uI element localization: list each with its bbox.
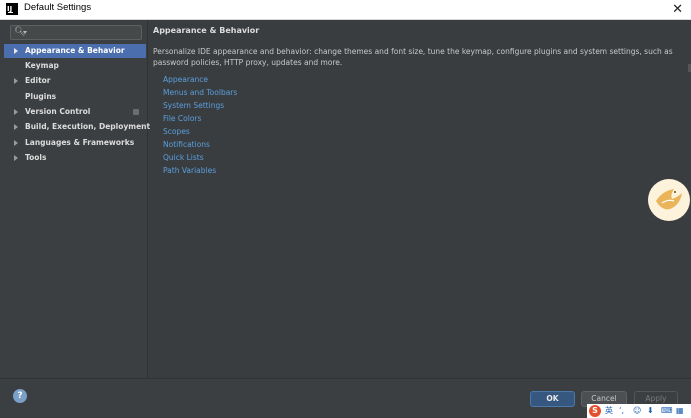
settings-content-panel bbox=[148, 20, 691, 378]
emoji-icon[interactable]: ☺ bbox=[633, 405, 641, 417]
link-notifications[interactable]: Notifications bbox=[163, 140, 210, 149]
chevron-right-icon[interactable] bbox=[14, 78, 18, 84]
title-bar: IJ Default Settings ✕ bbox=[0, 0, 691, 20]
link-system-settings[interactable]: System Settings bbox=[163, 101, 224, 110]
chevron-right-icon[interactable] bbox=[14, 124, 18, 130]
chevron-right-icon[interactable] bbox=[14, 155, 18, 161]
ok-button[interactable]: OK bbox=[530, 391, 575, 407]
tree-item-languages-frameworks[interactable]: Languages & Frameworks bbox=[4, 136, 146, 150]
punctuation-icon[interactable]: ‘, bbox=[619, 405, 624, 417]
bird-floating-icon[interactable] bbox=[648, 179, 690, 221]
page-title: Appearance & Behavior bbox=[153, 26, 260, 35]
tree-item-plugins[interactable]: Plugins bbox=[4, 90, 146, 104]
ime-toolbar: S 英 ‘, ☺ ⬇ ⌨ ▦ bbox=[587, 404, 691, 418]
tree-item-label: Editor bbox=[25, 76, 51, 85]
link-menus-and-toolbars[interactable]: Menus and Toolbars bbox=[163, 88, 237, 97]
link-appearance[interactable]: Appearance bbox=[163, 75, 208, 84]
page-description: Personalize IDE appearance and behavior:… bbox=[153, 47, 673, 67]
chevron-right-icon[interactable] bbox=[14, 140, 18, 146]
tree-item-label: Keymap bbox=[25, 61, 59, 70]
intellij-icon: IJ bbox=[6, 3, 18, 15]
link-scopes[interactable]: Scopes bbox=[163, 127, 190, 136]
tree-item-appearance-behavior[interactable]: Appearance & Behavior bbox=[4, 44, 146, 58]
tree-item-tools[interactable]: Tools bbox=[4, 151, 146, 165]
tree-item-label: Languages & Frameworks bbox=[25, 138, 135, 147]
settings-window: IJ Default Settings ✕ 🔍︎ Appearance & Be… bbox=[0, 0, 691, 418]
close-icon[interactable]: ✕ bbox=[672, 0, 683, 19]
link-file-colors[interactable]: File Colors bbox=[163, 114, 201, 123]
keyboard-icon[interactable]: ⌨ bbox=[661, 405, 673, 417]
language-toggle[interactable]: 英 bbox=[605, 405, 613, 417]
search-input[interactable]: 🔍︎ bbox=[10, 25, 142, 40]
link-path-variables[interactable]: Path Variables bbox=[163, 166, 216, 175]
search-options-chevron-icon[interactable] bbox=[23, 31, 27, 34]
link-quick-lists[interactable]: Quick Lists bbox=[163, 153, 204, 162]
tree-item-label: Tools bbox=[25, 153, 47, 162]
tree-item-label: Plugins bbox=[25, 92, 57, 101]
tree-item-label: Version Control bbox=[25, 107, 91, 116]
tree-item-version-control[interactable]: Version Control bbox=[4, 105, 146, 119]
tree-item-label: Appearance & Behavior bbox=[25, 46, 125, 55]
project-level-icon bbox=[133, 109, 139, 115]
grid-icon[interactable]: ▦ bbox=[676, 405, 684, 417]
tree-item-keymap[interactable]: Keymap bbox=[4, 59, 146, 73]
tree-item-editor[interactable]: Editor bbox=[4, 74, 146, 88]
chevron-right-icon[interactable] bbox=[14, 109, 18, 115]
chevron-right-icon[interactable] bbox=[14, 48, 18, 54]
tree-item-label: Build, Execution, Deployment bbox=[25, 122, 151, 131]
mic-icon[interactable]: ⬇ bbox=[647, 405, 654, 417]
sogou-logo-icon[interactable]: S bbox=[589, 405, 601, 417]
help-button[interactable]: ? bbox=[13, 389, 27, 403]
window-title: Default Settings bbox=[24, 2, 92, 13]
tree-item-build-execution-deployment[interactable]: Build, Execution, Deployment bbox=[4, 120, 150, 134]
